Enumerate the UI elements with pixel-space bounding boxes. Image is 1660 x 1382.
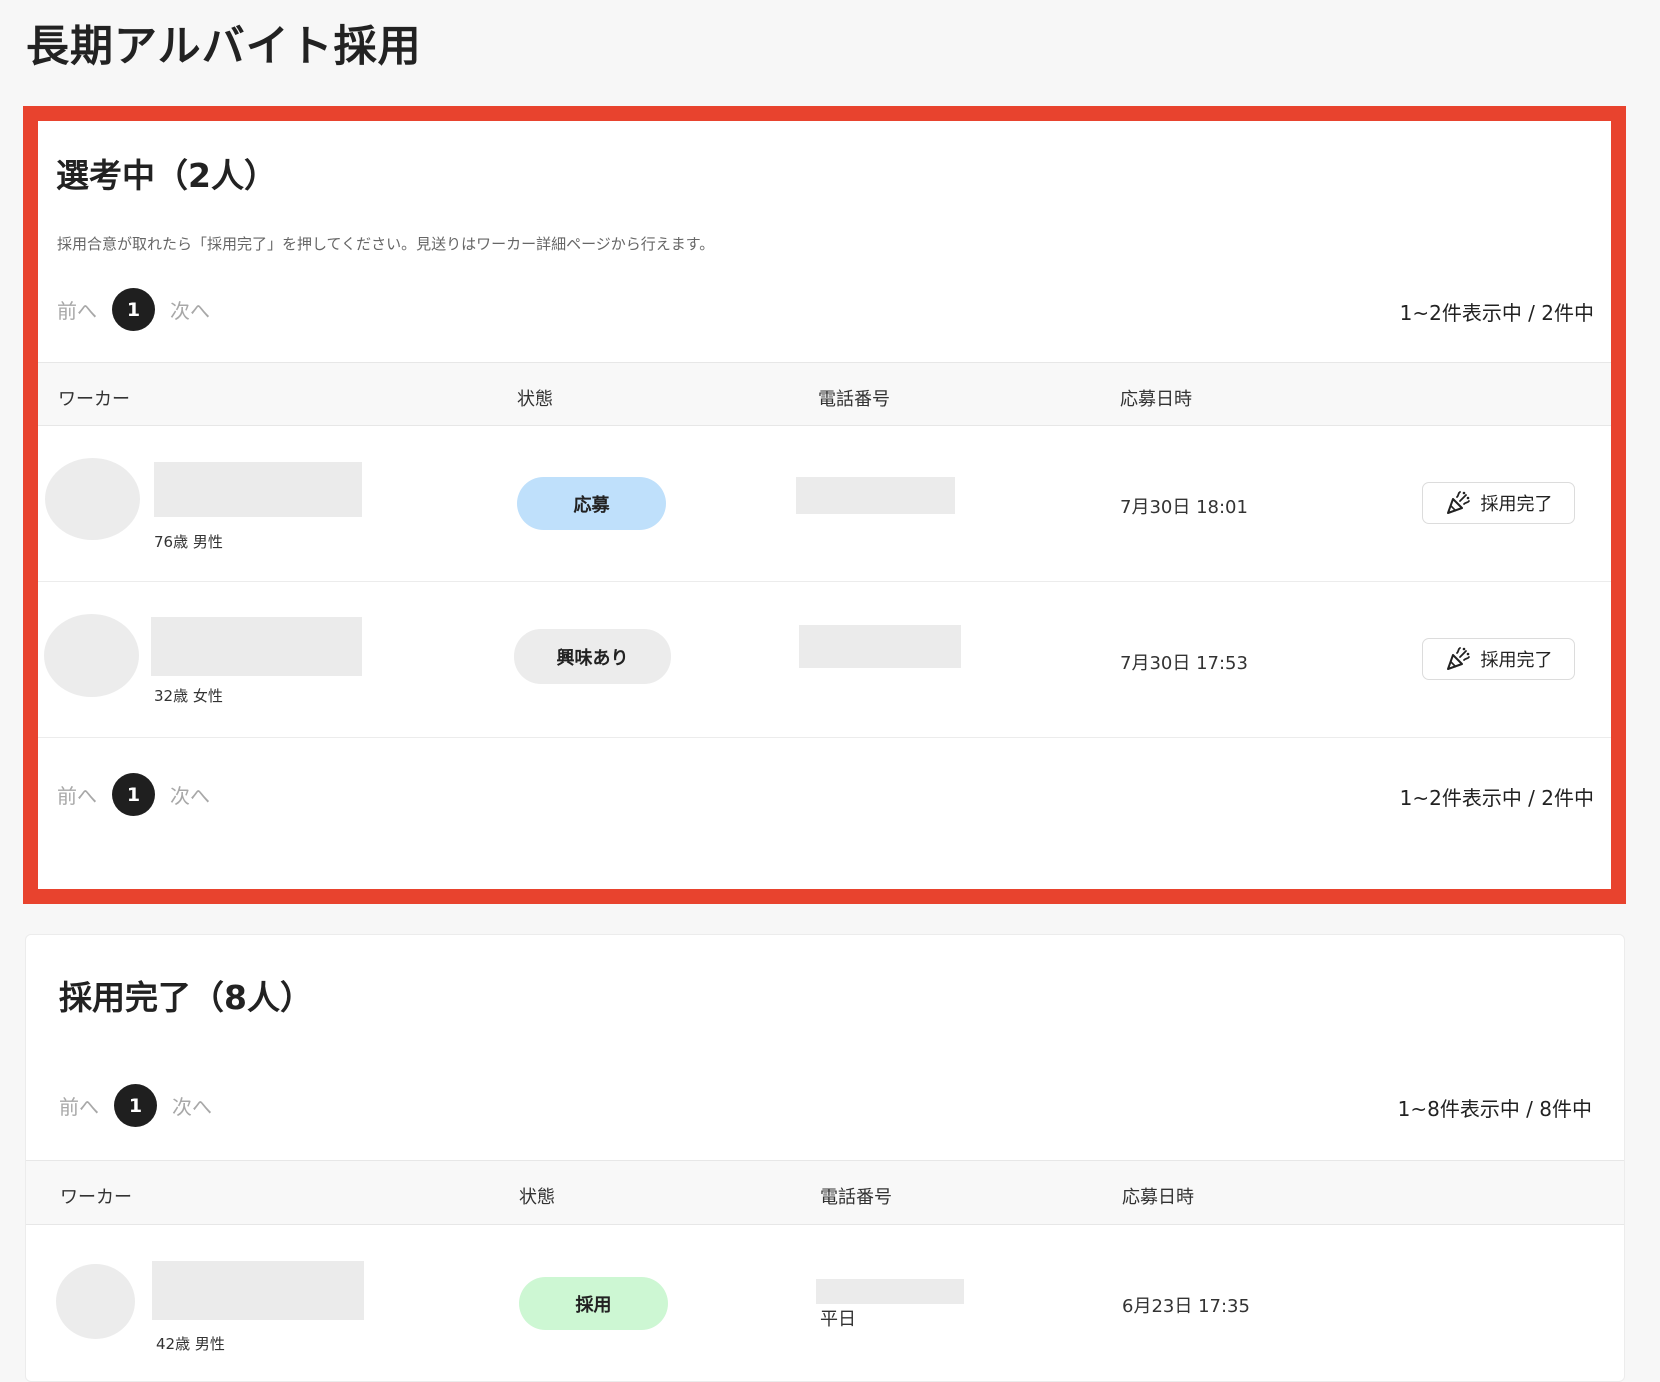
page-title: 長期アルバイト採用 — [26, 22, 422, 72]
hire-complete-label: 採用完了 — [1480, 650, 1553, 671]
worker-name-redacted[interactable] — [154, 462, 362, 517]
column-phone: 電話番号 — [820, 1187, 892, 1208]
prev-page-link[interactable]: 前へ — [57, 295, 97, 324]
table-row: 76歳 男性 応募 7月30日 18:01 採用完了 — [38, 426, 1611, 582]
applied-date: 6月23日 17:35 — [1122, 1296, 1250, 1317]
worker-age-gender: 76歳 男性 — [154, 533, 223, 551]
screening-result-count-bottom: 1~2件表示中 / 2件中 — [1399, 786, 1594, 810]
phone-redacted — [796, 477, 955, 514]
next-page-link[interactable]: 次へ — [170, 780, 210, 809]
prev-page-link[interactable]: 前へ — [57, 780, 97, 809]
screening-title: 選考中（2人） — [56, 156, 277, 195]
prev-page-link[interactable]: 前へ — [59, 1091, 99, 1120]
hired-table-header: ワーカー 状態 電話番号 応募日時 — [26, 1160, 1624, 1225]
column-worker: ワーカー — [60, 1187, 132, 1208]
next-page-link[interactable]: 次へ — [170, 295, 210, 324]
screening-pager-top: 前へ 1 次へ — [57, 288, 210, 331]
page-number-button[interactable]: 1 — [114, 1084, 157, 1127]
avatar[interactable] — [44, 614, 139, 697]
worker-name-redacted[interactable] — [152, 1261, 364, 1320]
screening-pager-bottom: 前へ 1 次へ — [57, 773, 210, 816]
column-worker: ワーカー — [58, 389, 130, 410]
phone-redacted — [799, 625, 961, 668]
status-badge: 興味あり — [514, 629, 671, 684]
hired-section: 採用完了（8人） 前へ 1 次へ 1~8件表示中 / 8件中 ワーカー 状態 電… — [25, 934, 1625, 1382]
worker-age-gender: 32歳 女性 — [154, 687, 223, 705]
screening-table-header: ワーカー 状態 電話番号 応募日時 — [38, 362, 1611, 426]
screening-section: 選考中（2人） 採用合意が取れたら「採用完了」を押してください。見送りはワーカー… — [23, 106, 1626, 904]
hired-title: 採用完了（8人） — [59, 978, 313, 1017]
worker-name-redacted[interactable] — [151, 617, 362, 676]
avatar[interactable] — [45, 458, 140, 540]
screening-note: 採用合意が取れたら「採用完了」を押してください。見送りはワーカー詳細ページから行… — [57, 235, 715, 253]
status-badge: 応募 — [517, 477, 666, 530]
next-page-link[interactable]: 次へ — [172, 1091, 212, 1120]
column-phone: 電話番号 — [818, 389, 890, 410]
page-number-button[interactable]: 1 — [112, 288, 155, 331]
worker-age-gender: 42歳 男性 — [156, 1335, 225, 1353]
hired-result-count-top: 1~8件表示中 / 8件中 — [1397, 1097, 1592, 1121]
applied-date: 7月30日 17:53 — [1120, 653, 1248, 674]
page-number-button[interactable]: 1 — [112, 773, 155, 816]
phone-redacted — [816, 1279, 964, 1304]
screening-result-count-top: 1~2件表示中 / 2件中 — [1399, 301, 1594, 325]
table-row: 32歳 女性 興味あり 7月30日 17:53 採用完了 — [38, 582, 1611, 738]
column-status: 状態 — [517, 389, 553, 410]
hired-pager-top: 前へ 1 次へ — [59, 1084, 212, 1127]
party-popper-icon — [1446, 647, 1470, 670]
phone-note: 平日 — [820, 1309, 856, 1330]
column-applied-at: 応募日時 — [1122, 1187, 1194, 1208]
hire-complete-button[interactable]: 採用完了 — [1422, 482, 1575, 524]
hire-complete-button[interactable]: 採用完了 — [1422, 638, 1575, 680]
hire-complete-label: 採用完了 — [1480, 494, 1553, 515]
table-row: 42歳 男性 採用 平日 6月23日 17:35 — [26, 1225, 1624, 1381]
column-status: 状態 — [519, 1187, 555, 1208]
applied-date: 7月30日 18:01 — [1120, 497, 1248, 518]
party-popper-icon — [1446, 491, 1470, 514]
avatar[interactable] — [56, 1264, 135, 1339]
status-badge: 採用 — [519, 1277, 668, 1330]
column-applied-at: 応募日時 — [1120, 389, 1192, 410]
